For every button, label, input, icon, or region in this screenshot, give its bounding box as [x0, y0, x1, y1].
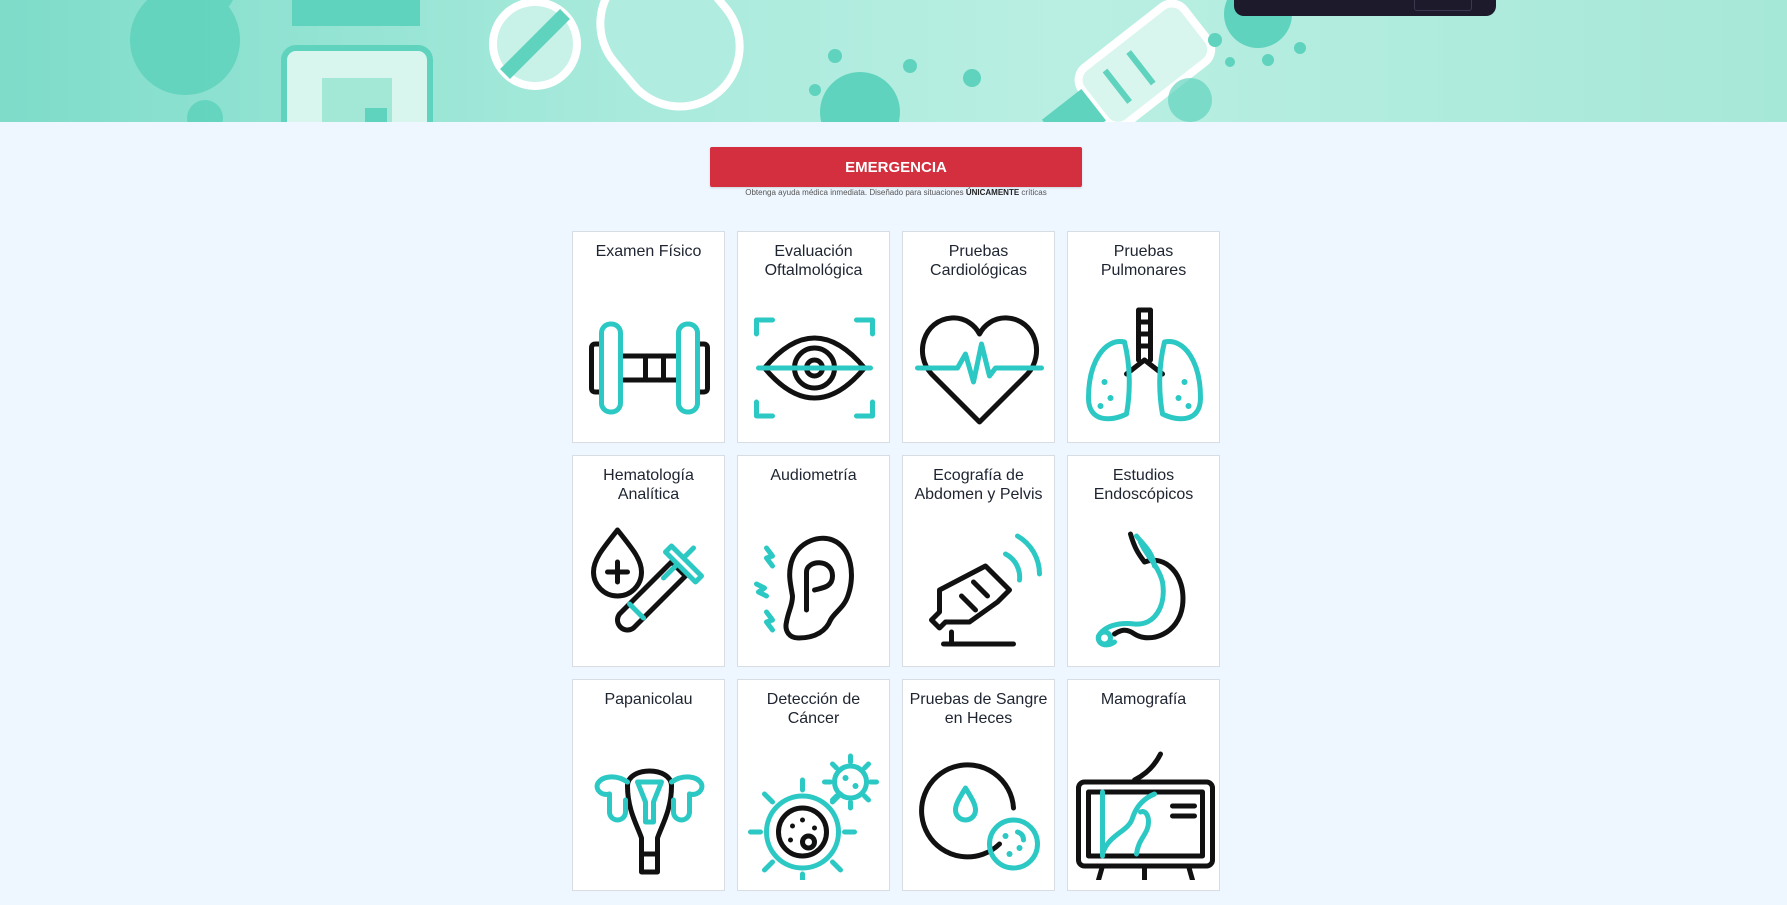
service-card-sangre-en-heces[interactable]: Pruebas de Sangre en Heces [902, 679, 1055, 891]
stomach-icon [1095, 531, 1186, 648]
mammography-screen-icon [1076, 751, 1215, 880]
service-title: Evaluación Oftalmológica [764, 243, 863, 279]
cancer-cell-icon [748, 753, 879, 880]
service-card-ecografia-abdomen-pelvis[interactable]: Ecografía de Abdomen y Pelvis [902, 455, 1055, 667]
eye-scan-icon [754, 317, 875, 419]
service-card-deteccion-cancer[interactable]: Detección de Cáncer [737, 679, 890, 891]
service-title: Estudios Endoscópicos [1093, 467, 1194, 503]
service-card-evaluacion-oftalmologica[interactable]: Evaluación Oftalmológica [737, 231, 890, 443]
dumbbell-icon [589, 321, 710, 415]
emergency-note: Obtenga ayuda médica inmediata. Diseñado… [610, 188, 1182, 197]
service-card-pruebas-pulmonares[interactable]: Pruebas Pulmonares [1067, 231, 1220, 443]
service-card-pruebas-cardiologicas[interactable]: Pruebas Cardiológicas [902, 231, 1055, 443]
top-overlay-tab [1414, 0, 1472, 11]
service-card-papanicolau[interactable]: Papanicolau [572, 679, 725, 891]
service-title: Papanicolau [604, 691, 693, 708]
uterus-icon [594, 768, 705, 875]
emergency-button[interactable]: EMERGENCIA [710, 147, 1082, 187]
medical-pattern-illustration [130, 0, 1306, 122]
service-card-examen-fisico[interactable]: Examen Físico [572, 231, 725, 443]
service-title: Hematología Analítica [603, 467, 694, 503]
lungs-icon [1086, 307, 1203, 422]
ear-icon [754, 535, 854, 641]
service-title: Audiometría [770, 467, 857, 484]
service-title: Pruebas Pulmonares [1100, 243, 1187, 279]
service-title: Pruebas Cardiológicas [930, 243, 1027, 279]
service-card-audiometria[interactable]: Audiometría [737, 455, 890, 667]
emergency-note-prefix: Obtenga ayuda médica inmediata. Diseñado… [745, 188, 966, 197]
service-title: Ecografía de Abdomen y Pelvis [914, 467, 1043, 503]
emergency-note-suffix: críticas [1019, 188, 1047, 197]
service-card-estudios-endoscopicos[interactable]: Estudios Endoscópicos [1067, 455, 1220, 667]
service-card-hematologia-analitica[interactable]: Hematología Analítica [572, 455, 725, 667]
ultrasound-probe-icon [929, 533, 1042, 647]
top-overlay-panel [1234, 0, 1496, 16]
emergency-note-emphasis: ÚNICAMENTE [965, 188, 1020, 197]
blood-test-tube-icon [591, 527, 704, 633]
heart-pulse-icon [915, 315, 1044, 425]
service-title: Examen Físico [595, 243, 702, 260]
services-grid: Examen Físico Evaluación Oftalmológica P… [572, 231, 1220, 891]
service-title: Mamografía [1100, 691, 1187, 708]
service-title: Pruebas de Sangre en Heces [909, 691, 1048, 727]
hero-banner [0, 0, 1787, 122]
stool-sample-icon [919, 762, 1040, 871]
service-title: Detección de Cáncer [766, 691, 861, 727]
service-card-mamografia[interactable]: Mamografía [1067, 679, 1220, 891]
